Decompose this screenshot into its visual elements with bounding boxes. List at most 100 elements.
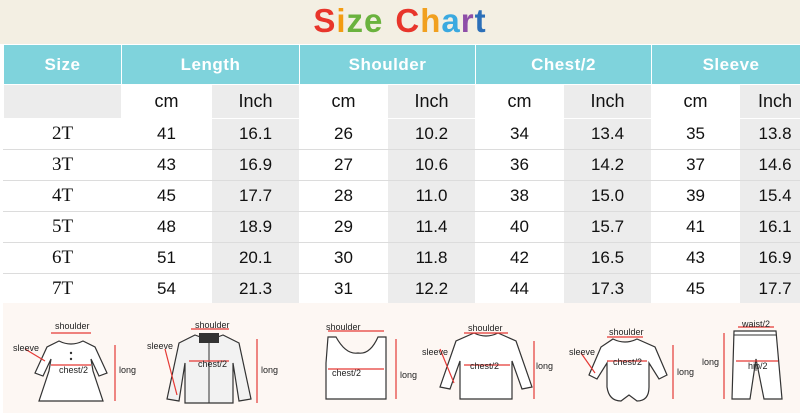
inch-cell: 15.4	[739, 180, 800, 212]
romper-diagram: shoulder sleeve chest/2 long	[563, 303, 703, 413]
unit-cm: cm	[475, 84, 565, 119]
dress-icon	[24, 332, 116, 402]
inch-cell: 16.5	[563, 242, 653, 274]
cm-cell: 30	[299, 242, 388, 274]
unit-cm: cm	[651, 84, 741, 119]
unit-row: cm Inch cm Inch cm Inch cm Inch	[3, 84, 800, 119]
title-letter: a	[441, 2, 461, 39]
jacket-shoulder-label: shoulder	[195, 320, 230, 330]
unit-cm: cm	[121, 84, 212, 119]
cm-cell: 39	[651, 180, 741, 212]
size-table: Size Length Shoulder Chest/2 Sleeve cm I…	[3, 44, 800, 305]
pants-long-label: long	[702, 357, 720, 367]
inch-cell: 16.9	[211, 149, 300, 181]
pants-hip-label: hip/2	[748, 361, 768, 371]
title-letter: C	[395, 2, 421, 39]
title-letter: h	[420, 2, 442, 39]
vest-shoulder-label: shoulder	[326, 322, 361, 332]
header-shoulder: Shoulder	[298, 44, 477, 85]
cm-cell: 36	[475, 149, 565, 181]
cm-cell: 41	[651, 211, 741, 243]
vest-chest-label: chest/2	[332, 368, 362, 378]
cm-cell: 31	[299, 273, 388, 305]
size-cell: 5T	[3, 211, 122, 243]
inch-cell: 17.7	[739, 273, 800, 305]
dress-shoulder-label: shoulder	[55, 321, 90, 331]
size-cell: 6T	[3, 242, 122, 274]
inch-cell: 15.0	[563, 180, 653, 212]
cm-cell: 40	[475, 211, 565, 243]
cm-cell: 43	[651, 242, 741, 274]
title-letter: t	[474, 2, 487, 39]
romper-sleeve-label: sleeve	[569, 347, 596, 357]
jacket-sleeve-label: sleeve	[147, 341, 174, 351]
cm-cell: 41	[121, 118, 212, 150]
romper-shoulder-label: shoulder	[609, 327, 644, 337]
cm-cell: 34	[475, 118, 565, 150]
jacket-diagram: shoulder sleeve chest/2 long	[143, 303, 278, 413]
dress-sleeve-label: sleeve	[13, 343, 40, 353]
title-letter: e	[364, 2, 384, 39]
cm-cell: 45	[651, 273, 741, 305]
cm-cell: 48	[121, 211, 212, 243]
cm-cell: 35	[651, 118, 741, 150]
tshirt-chest-label: chest/2	[470, 361, 500, 371]
size-cell: 3T	[3, 149, 122, 181]
table-row: 7T 54 21.3 31 12.2 44 17.3 45 17.7	[3, 273, 800, 305]
header-chest: Chest/2	[475, 44, 653, 85]
inch-cell: 20.1	[211, 242, 300, 274]
inch-cell: 16.1	[739, 211, 800, 243]
table-row: 2T 41 16.1 26 10.2 34 13.4 35 13.8	[3, 118, 800, 150]
inch-cell: 11.8	[386, 242, 477, 274]
inch-cell: 17.3	[563, 273, 653, 305]
cm-cell: 29	[299, 211, 388, 243]
table-row: 6T 51 20.1 30 11.8 42 16.5 43 16.9	[3, 242, 800, 274]
inch-cell: 16.9	[739, 242, 800, 274]
tshirt-icon	[439, 332, 535, 400]
dress-chest-label: chest/2	[59, 365, 89, 375]
table-row: 3T 43 16.9 27 10.6 36 14.2 37 14.6	[3, 149, 800, 181]
cm-cell: 26	[299, 118, 388, 150]
table-row: 4T 45 17.7 28 11.0 38 15.0 39 15.4	[3, 180, 800, 212]
title-letter: z	[346, 2, 365, 39]
jacket-chest-label: chest/2	[198, 359, 228, 369]
cm-cell: 38	[475, 180, 565, 212]
cm-cell: 43	[121, 149, 212, 181]
unit-cm: cm	[299, 84, 388, 119]
jacket-long-label: long	[261, 365, 279, 375]
unit-inch: Inch	[386, 84, 477, 119]
title-letter: i	[336, 2, 347, 39]
cm-cell: 45	[121, 180, 212, 212]
inch-cell: 21.3	[211, 273, 300, 305]
vest-diagram: shoulder chest/2 long	[298, 303, 418, 413]
header-sleeve: Sleeve	[651, 44, 800, 85]
header-size: Size	[3, 44, 122, 85]
inch-cell: 10.2	[386, 118, 477, 150]
dress-diagram: shoulder sleeve chest/2 long	[11, 303, 141, 413]
size-cell: 7T	[3, 273, 122, 305]
cm-cell: 27	[299, 149, 388, 181]
romper-long-label: long	[677, 367, 695, 377]
pants-waist-label: waist/2	[742, 319, 771, 329]
cm-cell: 54	[121, 273, 212, 305]
inch-cell: 18.9	[211, 211, 300, 243]
tshirt-sleeve-label: sleeve	[422, 347, 449, 357]
dress-long-label: long	[119, 365, 137, 375]
unit-inch: Inch	[563, 84, 653, 119]
unit-inch: Inch	[739, 84, 800, 119]
inch-cell: 14.6	[739, 149, 800, 181]
inch-cell: 13.4	[563, 118, 653, 150]
vest-icon	[325, 330, 397, 400]
cm-cell: 42	[475, 242, 565, 274]
inch-cell: 14.2	[563, 149, 653, 181]
size-chart-title: Size Chart	[0, 2, 800, 40]
tshirt-diagram: shoulder sleeve chest/2 long	[418, 303, 558, 413]
header-length: Length	[121, 44, 300, 85]
size-cell: 4T	[3, 180, 122, 212]
header-row: Size Length Shoulder Chest/2 Sleeve	[3, 44, 800, 85]
romper-chest-label: chest/2	[613, 357, 643, 367]
inch-cell: 12.2	[386, 273, 477, 305]
table-row: 5T 48 18.9 29 11.4 40 15.7 41 16.1	[3, 211, 800, 243]
cm-cell: 37	[651, 149, 741, 181]
inch-cell: 10.6	[386, 149, 477, 181]
